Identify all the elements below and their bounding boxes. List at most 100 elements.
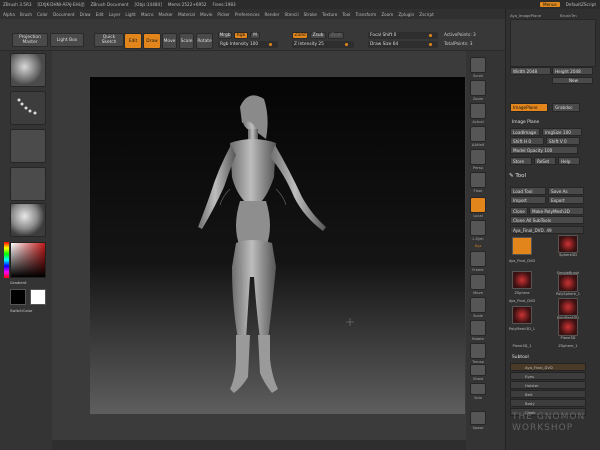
- m-button[interactable]: M: [250, 32, 260, 39]
- save-as-button[interactable]: Save As: [548, 187, 584, 195]
- menu-item[interactable]: Zoom: [381, 12, 393, 17]
- brush-thumbnail[interactable]: [10, 53, 46, 87]
- menu-item[interactable]: Brush: [20, 12, 32, 17]
- draw-size-slider[interactable]: Draw Size 64: [368, 41, 438, 48]
- zoom-button[interactable]: [470, 80, 486, 96]
- subtool-row[interactable]: Belt: [510, 390, 586, 398]
- menu-item[interactable]: Layer: [109, 12, 121, 17]
- xpose-button[interactable]: [470, 411, 486, 425]
- edit-button[interactable]: Edit: [124, 33, 142, 49]
- move-view-button[interactable]: [470, 274, 486, 290]
- actual-button[interactable]: [470, 103, 486, 119]
- menu-item[interactable]: Draw: [80, 12, 91, 17]
- polysphere-thumbnail[interactable]: [558, 274, 578, 292]
- tool-thumbnail-active[interactable]: [512, 237, 532, 255]
- model-opacity-slider[interactable]: Model Opacity 100: [510, 146, 578, 154]
- menu-item[interactable]: Document: [53, 12, 75, 17]
- menu-item[interactable]: Tool: [342, 12, 350, 17]
- menu-item[interactable]: Movie: [200, 12, 212, 17]
- frame-button[interactable]: [470, 251, 486, 267]
- scale-view-button[interactable]: [470, 297, 486, 313]
- menu-item[interactable]: Macro: [141, 12, 154, 17]
- new-document-button[interactable]: New: [552, 77, 593, 84]
- clone-all-subtools-button[interactable]: Clone All SubTools: [510, 216, 584, 224]
- rgb-button[interactable]: Rgb: [234, 32, 248, 39]
- z-intensity-slider[interactable]: Z Intensity 25: [292, 41, 354, 48]
- reset-button[interactable]: ReSet: [534, 157, 556, 165]
- polymesh3d-1-thumbnail[interactable]: [512, 306, 532, 324]
- subtool-row[interactable]: Body: [510, 399, 586, 407]
- subtool-row[interactable]: Holster: [510, 381, 586, 389]
- rotate-view-button[interactable]: [470, 320, 486, 336]
- subtool-row[interactable]: Eyes: [510, 372, 586, 380]
- make-polymesh-button[interactable]: Make PolyMesh3D: [529, 207, 584, 215]
- zsphere-thumbnail[interactable]: [512, 271, 532, 289]
- import-button[interactable]: Import: [510, 196, 546, 204]
- move-button[interactable]: Move: [162, 33, 177, 49]
- zsub-button[interactable]: Zsub: [310, 32, 326, 39]
- menu-item[interactable]: Stencil: [284, 12, 298, 17]
- stroke-thumbnail[interactable]: [10, 91, 46, 125]
- height-slider[interactable]: Height 2048: [552, 67, 593, 75]
- menu-item[interactable]: Material: [178, 12, 195, 17]
- menu-item[interactable]: Picker: [217, 12, 229, 17]
- polymesh3d-thumbnail[interactable]: [558, 298, 578, 316]
- menu-item[interactable]: Light: [125, 12, 135, 17]
- help-button[interactable]: Help: [558, 157, 580, 165]
- material-thumbnail[interactable]: [10, 203, 46, 237]
- floor-button[interactable]: [470, 172, 486, 188]
- projection-master-button[interactable]: Projection Master: [12, 33, 48, 47]
- transp-button[interactable]: [470, 343, 486, 359]
- lsym-button[interactable]: [470, 220, 486, 236]
- load-image-button[interactable]: LoadImage: [510, 128, 540, 136]
- document-canvas[interactable]: [90, 77, 465, 414]
- menu-item[interactable]: Color: [37, 12, 48, 17]
- scroll-button[interactable]: [470, 57, 486, 73]
- sphere3d-thumbnail[interactable]: [558, 235, 578, 253]
- menu-item[interactable]: Alpha: [3, 12, 15, 17]
- lightbox-button[interactable]: Light Box: [50, 33, 84, 47]
- draw-button[interactable]: Draw: [143, 33, 161, 49]
- color-picker[interactable]: [10, 242, 46, 278]
- width-slider[interactable]: Width 2048: [510, 67, 551, 75]
- menu-item[interactable]: Marker: [159, 12, 173, 17]
- hue-strip[interactable]: [4, 242, 9, 278]
- scale-button[interactable]: Scale: [179, 33, 194, 49]
- xyz-label[interactable]: Xyz: [468, 244, 488, 248]
- aahalf-button[interactable]: [470, 126, 486, 142]
- zadd-button[interactable]: Zadd: [292, 32, 308, 39]
- shift-h-slider[interactable]: Shift H 0: [510, 137, 544, 145]
- menu-item[interactable]: Render: [265, 12, 280, 17]
- plane3d-thumbnail[interactable]: [558, 318, 578, 336]
- shift-v-slider[interactable]: Shift V 0: [546, 137, 580, 145]
- mrgb-button[interactable]: Mrgb: [218, 32, 232, 39]
- alpha-thumbnail[interactable]: [10, 129, 46, 163]
- quick-sketch-button[interactable]: Quick Sketch: [94, 33, 124, 47]
- store-button[interactable]: Store: [510, 157, 532, 165]
- local-button[interactable]: [470, 197, 486, 213]
- persp-button[interactable]: [470, 149, 486, 165]
- solo-button[interactable]: [470, 383, 486, 395]
- default-zscript-button[interactable]: DefaultZScript: [566, 2, 596, 7]
- img-size-slider[interactable]: ImgSize 100: [542, 128, 582, 136]
- menu-item[interactable]: Preferences: [235, 12, 260, 17]
- load-tool-button[interactable]: Load Tool: [510, 187, 546, 195]
- ghost-button[interactable]: [470, 364, 486, 376]
- export-button[interactable]: Export: [548, 196, 584, 204]
- texture-thumbnail[interactable]: [10, 167, 46, 201]
- menu-item[interactable]: Transform: [355, 12, 376, 17]
- menu-item[interactable]: Edit: [96, 12, 104, 17]
- rgb-intensity-slider[interactable]: Rgb Intensity 100: [218, 41, 278, 48]
- menus-button[interactable]: Menus: [539, 2, 560, 7]
- subtool-row[interactable]: Aya_Final_DVD: [510, 363, 586, 371]
- menu-item[interactable]: Stroke: [304, 12, 317, 17]
- grabdoc-button[interactable]: Grabdoc: [552, 103, 580, 112]
- menu-item[interactable]: Zplugin: [398, 12, 414, 17]
- tool-panel-title[interactable]: ✎ Tool: [509, 173, 526, 179]
- zcut-button[interactable]: Zcut: [328, 32, 344, 39]
- menu-item[interactable]: Zscript: [419, 12, 434, 17]
- main-color-swatch[interactable]: [10, 289, 26, 305]
- current-tool-slider[interactable]: Aya_Final_DVD. 49: [510, 226, 584, 234]
- image-plane-button[interactable]: ImagePlane: [510, 103, 548, 112]
- rotate-button[interactable]: Rotate: [196, 33, 213, 49]
